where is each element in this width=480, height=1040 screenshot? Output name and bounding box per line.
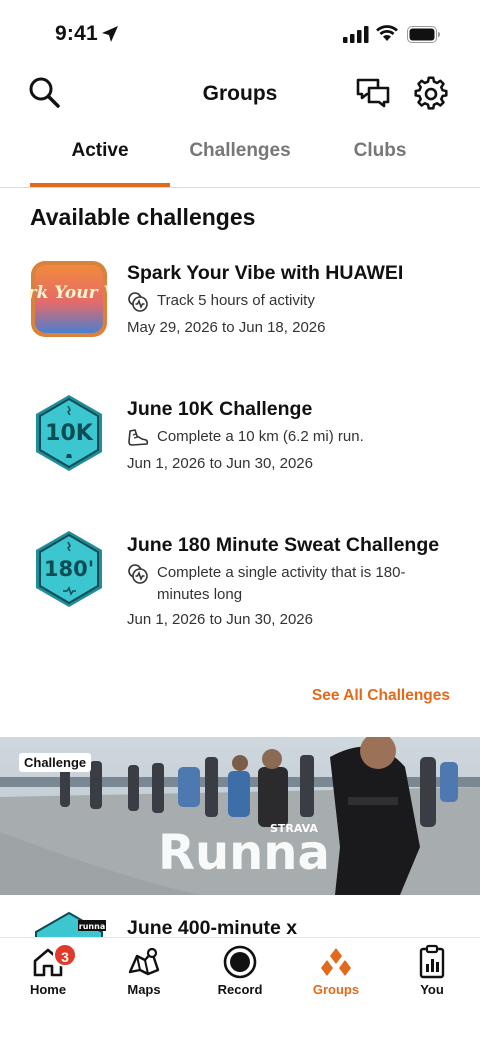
challenge-item[interactable]: Spark Your Vibe Spark Your Vibe with HUA… [0, 258, 480, 358]
challenge-item[interactable]: 10K June 10K Challenge Complete a 10 km … [0, 394, 480, 494]
badge-text: 10K [45, 421, 94, 446]
challenge-description: Track 5 hours of activity [157, 292, 315, 309]
shoe-icon [128, 429, 149, 446]
page-title: Groups [202, 82, 278, 105]
challenge-badge-spark: Spark Your Vibe [30, 261, 108, 337]
messages-button[interactable] [355, 76, 391, 112]
challenge-dates: Jun 1, 2026 to Jun 30, 2026 [127, 455, 313, 472]
badge-text: 180' [44, 557, 94, 581]
challenge-title: June 180 Minute Sweat Challenge [127, 534, 440, 556]
record-icon [223, 945, 257, 979]
battery-icon [407, 26, 440, 43]
challenge-dates: May 29, 2026 to Jun 18, 2026 [127, 319, 326, 336]
badge-text: runna [79, 922, 105, 931]
notification-badge: 3 [53, 943, 77, 967]
bottom-nav: 3 Home Maps Record Groups You [0, 937, 480, 1040]
nav-home[interactable]: 3 Home [0, 938, 96, 1008]
nav-label: Home [29, 982, 67, 997]
nav-you[interactable]: You [384, 938, 480, 1008]
map-icon [128, 947, 160, 976]
see-all-challenges-link[interactable]: See All Challenges [312, 687, 450, 705]
clipboard-chart-icon [419, 944, 445, 979]
header: Groups [0, 68, 480, 120]
tab-clubs[interactable]: Clubs [310, 140, 450, 162]
challenge-badge-180: 180' [36, 531, 102, 607]
challenge-dates: Jun 1, 2026 to Jun 30, 2026 [127, 611, 313, 628]
challenge-title: June 10K Challenge [127, 398, 313, 420]
banner-tag: Challenge [19, 753, 92, 772]
challenge-badge-runna: runna [35, 912, 106, 938]
tab-bar: Active Challenges Clubs [0, 126, 480, 188]
nav-label: You [420, 982, 444, 997]
activity-icon [128, 564, 148, 584]
tab-challenges[interactable]: Challenges [170, 140, 310, 162]
nav-maps[interactable]: Maps [96, 938, 192, 1008]
status-bar: 9:41 [0, 0, 480, 68]
challenge-badge-10k: 10K [36, 395, 102, 471]
challenge-description: Complete a 10 km (6.2 mi) run. [157, 428, 364, 445]
nav-record[interactable]: Record [192, 938, 288, 1008]
strava-logo: STRAVA [270, 822, 318, 835]
wifi-icon [376, 25, 398, 41]
groups-icon [321, 948, 351, 976]
challenge-item[interactable]: 180' June 180 Minute Sweat Challenge Com… [0, 530, 480, 640]
cellular-signal-icon [343, 26, 369, 43]
nav-label: Groups [312, 982, 360, 997]
tab-active[interactable]: Active [30, 140, 170, 162]
promo-banner[interactable]: Runna STRAVA Challenge [0, 737, 480, 895]
challenge-title: Spark Your Vibe with HUAWEI [127, 262, 404, 284]
nav-label: Maps [127, 982, 161, 997]
chat-bubbles-icon [356, 78, 390, 108]
nav-label: Record [217, 982, 263, 997]
location-arrow-icon [102, 26, 118, 42]
status-time: 9:41 [55, 22, 98, 45]
settings-button[interactable] [413, 76, 449, 112]
nav-groups[interactable]: Groups [288, 938, 384, 1008]
gear-icon [414, 76, 448, 110]
activity-icon [128, 292, 148, 312]
badge-text: Spark Your Vibe [30, 283, 108, 303]
challenge-description: Complete a single activity that is 180-m… [157, 564, 406, 603]
section-title: Available challenges [30, 204, 256, 230]
active-tab-indicator [30, 183, 170, 187]
